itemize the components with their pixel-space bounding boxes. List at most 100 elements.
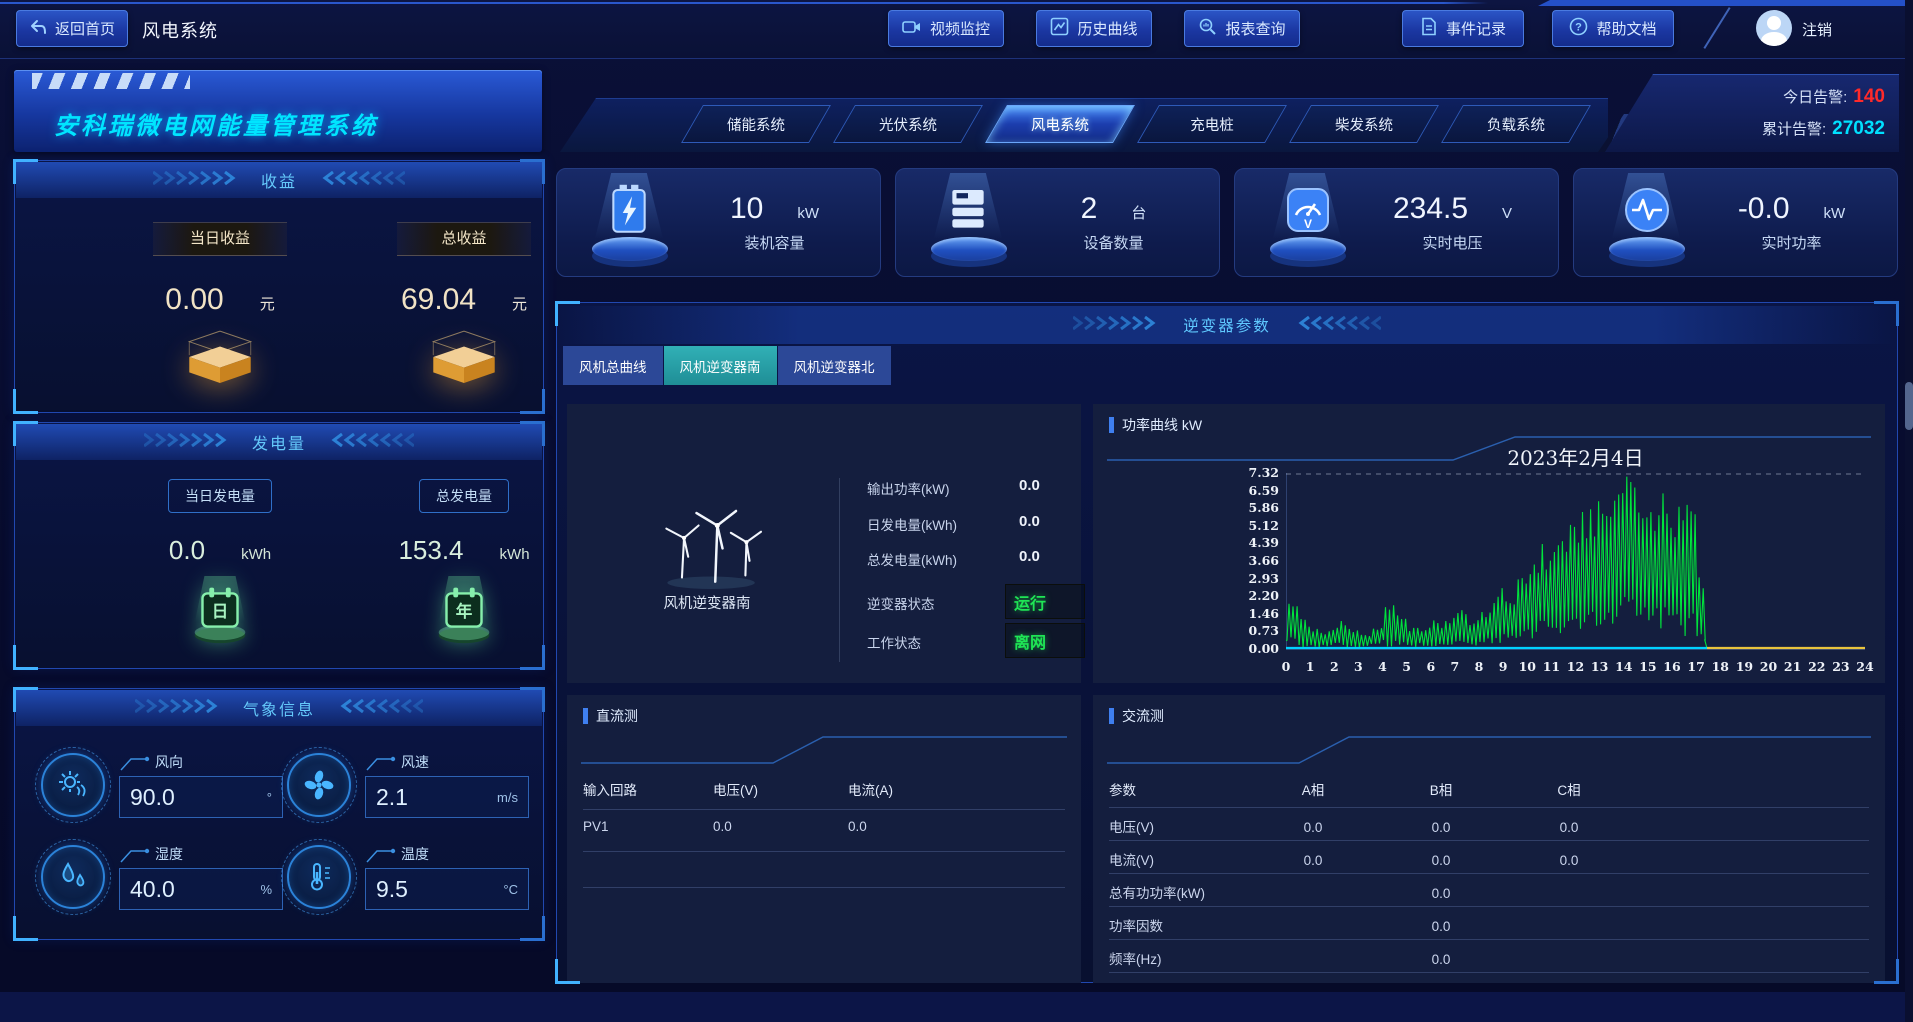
svg-text:?: ? xyxy=(1576,22,1583,34)
y-axis-tick: 0.73 xyxy=(1233,623,1279,638)
tab-charging-pile[interactable]: 充电桩 xyxy=(1137,105,1287,143)
tab-storage-system[interactable]: 储能系统 xyxy=(681,105,831,143)
tab-wind-total-curve[interactable]: 风机总曲线 xyxy=(563,346,663,385)
x-axis-tick: 7 xyxy=(1442,659,1468,674)
back-home-button[interactable]: 返回首页 xyxy=(16,10,128,47)
x-axis-tick: 8 xyxy=(1466,659,1492,674)
y-axis-tick: 3.66 xyxy=(1233,553,1279,568)
wind-direction-label: 风向 xyxy=(155,752,183,772)
scrollbar-thumb[interactable] xyxy=(1905,382,1913,430)
temperature-cell: 温度 9.5°C xyxy=(287,831,533,923)
tab-diesel-system[interactable]: 柴发系统 xyxy=(1289,105,1439,143)
event-log-label: 事件记录 xyxy=(1446,18,1506,39)
installed-capacity-unit: kW xyxy=(797,205,819,222)
realtime-power-unit: kW xyxy=(1824,205,1846,222)
ac-row-active-power: 总有功功率(kW)0.0 xyxy=(1109,882,1869,902)
help-icon: ? xyxy=(1569,17,1588,40)
tab-wind-system[interactable]: 风电系统 xyxy=(985,105,1135,143)
user-avatar[interactable] xyxy=(1756,10,1792,46)
output-power-label: 输出功率(kW) xyxy=(867,478,1017,498)
humidity-drops-icon xyxy=(41,845,105,909)
inverter-panel-title: 逆变器参数 xyxy=(1183,314,1271,336)
realtime-power-card: -0.0kW 实时功率 xyxy=(1573,168,1898,277)
total-revenue-unit: 元 xyxy=(512,293,527,314)
x-axis-tick: 14 xyxy=(1611,659,1637,674)
revenue-panel-title: 收益 xyxy=(261,168,297,192)
tech-frame-line xyxy=(1103,729,1875,769)
ac-row-frequency: 频率(Hz)0.0 xyxy=(1109,948,1869,968)
x-axis-tick: 6 xyxy=(1418,659,1444,674)
x-axis-tick: 0 xyxy=(1273,659,1299,674)
tab-load-system[interactable]: 负载系统 xyxy=(1441,105,1591,143)
inverter-panel-header: 逆变器参数 xyxy=(558,306,1896,344)
title-marker xyxy=(1109,417,1114,433)
power-wave-icon xyxy=(1596,173,1696,273)
total-energy-value: 0.0 xyxy=(1019,548,1040,565)
event-log-icon xyxy=(1420,17,1438,40)
daily-revenue-label: 当日收益 xyxy=(153,223,287,255)
device-status-subpanel: 风机逆变器南 输出功率(kW) 0.0 日发电量(kWh) 0.0 总发电量(k… xyxy=(567,404,1081,683)
event-log-button[interactable]: 事件记录 xyxy=(1402,10,1524,47)
ac-row-current: 电流(V)0.00.00.0 xyxy=(1109,849,1869,869)
voltage-gauge-icon: V xyxy=(1257,173,1357,273)
logout-button[interactable]: 注销 xyxy=(1802,19,1832,40)
wind-speed-value: 2.1 xyxy=(376,784,408,811)
total-generation-unit: kWh xyxy=(500,546,530,563)
y-axis-tick: 2.20 xyxy=(1233,588,1279,603)
x-axis-tick: 13 xyxy=(1587,659,1613,674)
x-axis-tick: 11 xyxy=(1538,659,1564,674)
report-search-icon xyxy=(1198,17,1217,40)
wind-speed-unit: m/s xyxy=(497,790,518,805)
x-axis-tick: 22 xyxy=(1804,659,1830,674)
device-count-label: 设备数量 xyxy=(1018,232,1209,253)
x-axis-tick: 9 xyxy=(1490,659,1516,674)
x-axis-tick: 19 xyxy=(1731,659,1757,674)
weather-panel-title: 气象信息 xyxy=(243,696,315,720)
y-axis-tick: 7.32 xyxy=(1233,465,1279,480)
history-curve-button[interactable]: 历史曲线 xyxy=(1036,10,1152,47)
x-axis-tick: 12 xyxy=(1563,659,1589,674)
humidity-value: 40.0 xyxy=(130,876,175,903)
installed-capacity-value: 10 xyxy=(730,192,763,226)
x-axis-tick: 18 xyxy=(1707,659,1733,674)
device-name: 风机逆变器南 xyxy=(625,592,789,613)
ac-row-voltage: 电压(V)0.00.00.0 xyxy=(1109,816,1869,836)
total-generation-block: 总发电量 153.4kWh 年 xyxy=(359,479,569,651)
y-axis-tick: 0.00 xyxy=(1233,641,1279,656)
today-alarm-count: 140 xyxy=(1853,86,1885,107)
back-arrow-icon xyxy=(29,19,47,39)
ac-side-subpanel: 交流测 参数A相B相C相 电压(V)0.00.00.0 电流(V)0.00.00… xyxy=(1093,695,1885,983)
generation-panel: 发电量 当日发电量 0.0kWh 日 总发电量 153.4kWh xyxy=(14,422,544,669)
ac-table-header: 参数A相B相C相 xyxy=(1109,779,1869,799)
video-monitor-button[interactable]: 视频监控 xyxy=(888,10,1004,47)
inverter-state-value: 运行 xyxy=(1005,584,1085,619)
help-doc-label: 帮助文档 xyxy=(1596,18,1656,39)
dc-side-subpanel: 直流测 输入回路电压(V)电流(A) PV10.00.0 xyxy=(567,695,1081,983)
daily-energy-value: 0.0 xyxy=(1019,513,1040,530)
realtime-voltage-label: 实时电压 xyxy=(1357,232,1548,253)
total-energy-label: 总发电量(kWh) xyxy=(867,549,1017,569)
system-tab-strip: 储能系统 光伏系统 风电系统 充电桩 柴发系统 负载系统 xyxy=(560,98,1608,152)
wind-direction-icon xyxy=(41,753,105,817)
y-axis-tick: 4.39 xyxy=(1233,535,1279,550)
dc-table-row: PV10.00.0 xyxy=(583,819,1065,834)
tab-wind-inverter-north[interactable]: 风机逆变器北 xyxy=(778,346,891,385)
y-axis-tick: 6.59 xyxy=(1233,483,1279,498)
tab-wind-inverter-south[interactable]: 风机逆变器南 xyxy=(664,346,777,385)
system-title: 安科瑞微电网能量管理系统 xyxy=(54,106,378,141)
device-divider xyxy=(839,478,840,662)
daily-generation-block: 当日发电量 0.0kWh 日 xyxy=(115,479,325,651)
realtime-voltage-value: 234.5 xyxy=(1393,192,1468,226)
x-axis-tick: 3 xyxy=(1345,659,1371,674)
help-doc-button[interactable]: ? 帮助文档 xyxy=(1552,10,1674,47)
report-query-button[interactable]: 报表查询 xyxy=(1184,10,1300,47)
ac-row-power-factor: 功率因数0.0 xyxy=(1109,915,1869,935)
installed-capacity-label: 装机容量 xyxy=(679,232,870,253)
device-stack-icon xyxy=(918,173,1018,273)
tab-pv-system[interactable]: 光伏系统 xyxy=(833,105,983,143)
device-count-value: 2 xyxy=(1081,192,1098,226)
video-camera-icon xyxy=(902,18,922,40)
inverter-parameters-panel: 逆变器参数 风机总曲线 风机逆变器南 风机逆变器北 风机逆变器南 输出功率(kW… xyxy=(556,302,1898,983)
page-scrollbar xyxy=(1905,0,1913,1022)
realtime-power-label: 实时功率 xyxy=(1696,232,1887,253)
